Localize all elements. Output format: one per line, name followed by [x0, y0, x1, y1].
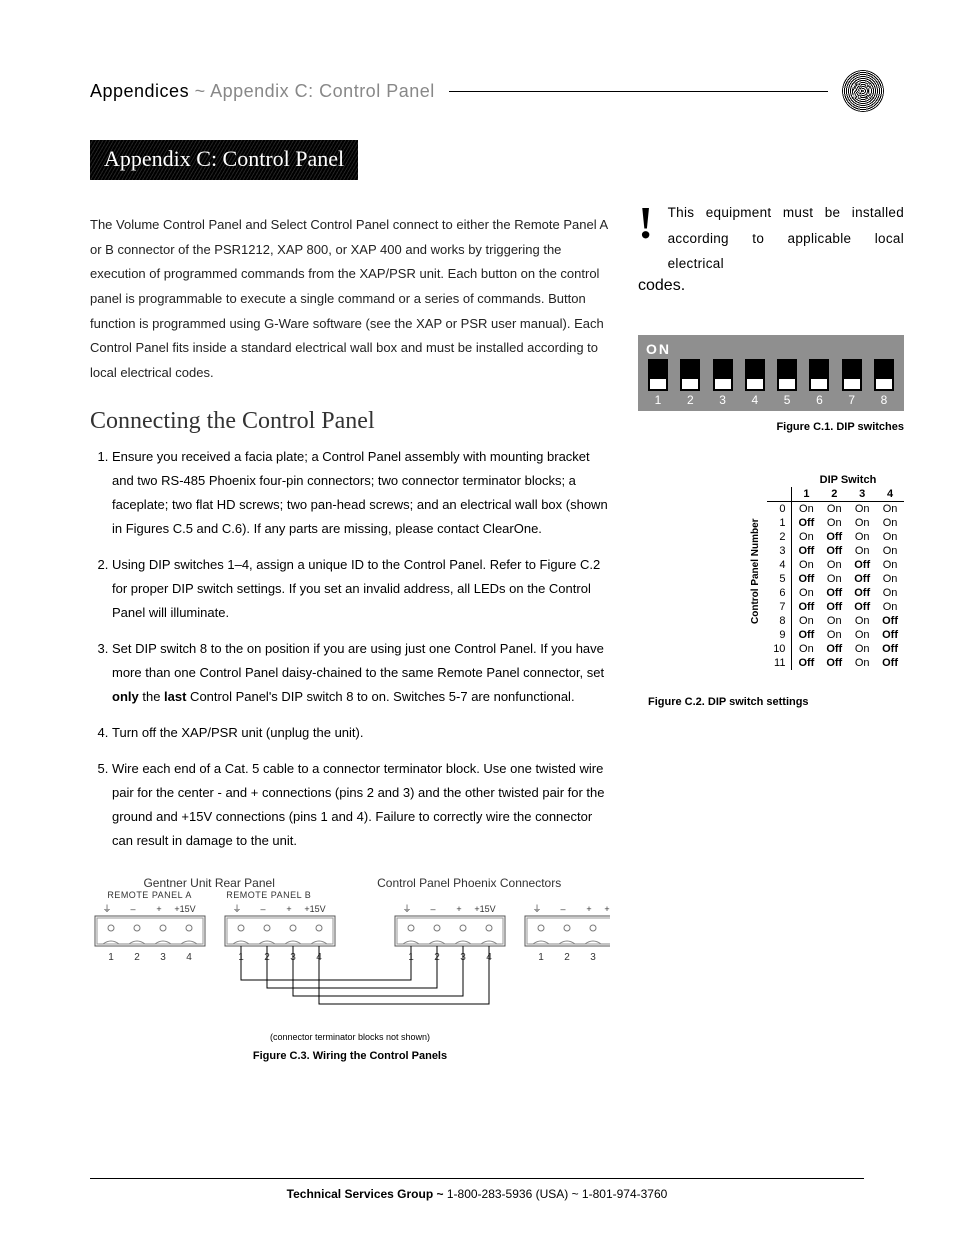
- breadcrumb-sep: ~: [189, 81, 210, 101]
- page-number: 91: [852, 78, 874, 104]
- step-item: Set DIP switch 8 to the on position if y…: [112, 637, 610, 709]
- step-item: Ensure you received a facia plate; a Con…: [112, 445, 610, 541]
- svg-text:+15V: +15V: [474, 904, 495, 914]
- warning-callout: ! This equipment must be installed accor…: [638, 200, 904, 277]
- dip-switch-6: 6: [807, 359, 831, 407]
- svg-text:⏚: ⏚: [532, 904, 541, 914]
- wiring-sub-a: REMOTE PANEL A: [90, 890, 209, 900]
- section-heading: Appendix C: Control Panel: [90, 140, 358, 180]
- steps-list: Ensure you received a facia plate; a Con…: [90, 445, 610, 854]
- fig-c1-caption: Figure C.1. DIP switches: [638, 421, 904, 433]
- page-footer: Technical Services Group ~ 1-800-283-593…: [90, 1178, 864, 1201]
- warning-text-bottom: codes.: [638, 277, 904, 295]
- svg-text:2: 2: [564, 952, 570, 963]
- svg-text:+15V: +15V: [304, 904, 325, 914]
- dip-switch-7: 7: [840, 359, 864, 407]
- breadcrumb-section: Appendices: [90, 81, 189, 101]
- svg-text:2: 2: [134, 952, 140, 963]
- svg-text:–: –: [260, 904, 265, 914]
- svg-text:–: –: [430, 904, 435, 914]
- svg-text:1: 1: [538, 952, 544, 963]
- header-divider: [449, 91, 828, 92]
- wiring-note: (connector terminator blocks not shown): [90, 1032, 610, 1042]
- svg-text:⏚: ⏚: [232, 904, 241, 914]
- footer-rest: 1-800-283-5936 (USA) ~ 1-801-974-3760: [444, 1187, 668, 1201]
- step-item: Wire each end of a Cat. 5 cable to a con…: [112, 757, 610, 853]
- intro-paragraph: The Volume Control Panel and Select Cont…: [90, 213, 610, 386]
- svg-text:⏚: ⏚: [402, 904, 411, 914]
- dip-switch-table: Control Panel NumberDIP Switch12340OnOnO…: [638, 473, 904, 670]
- fig-c2-caption: Figure C.2. DIP switch settings: [648, 696, 904, 708]
- svg-text:3: 3: [160, 952, 166, 963]
- svg-text:1: 1: [108, 952, 114, 963]
- wiring-title-right: Control Panel Phoenix Connectors: [328, 876, 610, 890]
- page-header: Appendices ~ Appendix C: Control Panel 9…: [90, 70, 884, 112]
- svg-text:+: +: [456, 904, 461, 914]
- subsection-heading: Connecting the Control Panel: [90, 408, 610, 435]
- dip-switch-2: 2: [678, 359, 702, 407]
- breadcrumb-page: Appendix C: Control Panel: [210, 81, 435, 101]
- wiring-diagram: Gentner Unit Rear Panel Control Panel Ph…: [90, 876, 610, 1062]
- dip-switch-5: 5: [775, 359, 799, 407]
- svg-text:⏚: ⏚: [102, 904, 111, 914]
- dip-on-label: ON: [646, 341, 896, 357]
- svg-text:3: 3: [590, 952, 596, 963]
- svg-text:–: –: [130, 904, 135, 914]
- wiring-title-left: Gentner Unit Rear Panel: [90, 876, 328, 890]
- page-number-badge: 91: [842, 70, 884, 112]
- step-item: Using DIP switches 1–4, assign a unique …: [112, 553, 610, 625]
- svg-text:+: +: [286, 904, 291, 914]
- step-item: Turn off the XAP/PSR unit (unplug the un…: [112, 721, 610, 745]
- warning-icon: !: [638, 200, 654, 277]
- dip-switch-graphic: ON 12345678: [638, 335, 904, 411]
- svg-text:–: –: [560, 904, 565, 914]
- footer-strong: Technical Services Group ~: [287, 1187, 444, 1201]
- wiring-svg: ⏚–++15V1234⏚–++15V1234⏚–++15V1234⏚–++15V…: [90, 900, 610, 1030]
- fig-c3-caption: Figure C.3. Wiring the Control Panels: [90, 1050, 610, 1062]
- svg-text:+15V: +15V: [604, 904, 610, 914]
- svg-text:+: +: [156, 904, 161, 914]
- warning-text-top: This equipment must be installed accordi…: [668, 200, 904, 277]
- dip-switch-8: 8: [872, 359, 896, 407]
- svg-text:+: +: [586, 904, 591, 914]
- wiring-sub-b: REMOTE PANEL B: [209, 890, 328, 900]
- breadcrumb: Appendices ~ Appendix C: Control Panel: [90, 81, 435, 102]
- dip-switch-1: 1: [646, 359, 670, 407]
- dip-switch-3: 3: [711, 359, 735, 407]
- dip-switch-4: 4: [743, 359, 767, 407]
- svg-text:+15V: +15V: [174, 904, 195, 914]
- svg-text:4: 4: [186, 952, 192, 963]
